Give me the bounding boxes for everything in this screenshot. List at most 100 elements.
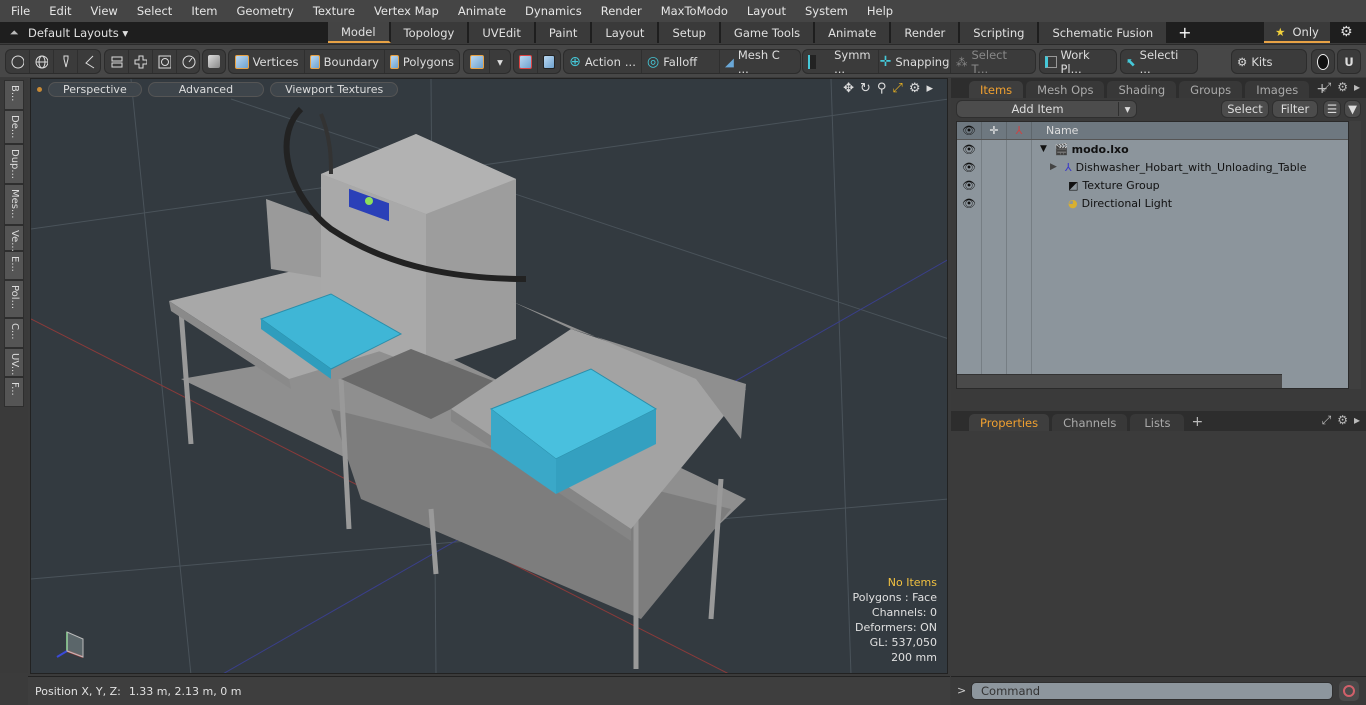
viewport-menu-dot[interactable] xyxy=(37,86,42,92)
rotate-icon[interactable]: ↻ xyxy=(860,81,871,96)
chevron-down-icon[interactable]: ▾ xyxy=(1118,102,1136,116)
falloff-button[interactable]: ◎ Falloff xyxy=(642,50,720,73)
tab-uvedit[interactable]: UVEdit xyxy=(469,22,536,43)
symmetry-button[interactable]: Symm ... xyxy=(803,48,879,76)
eye-icon[interactable]: 👁 xyxy=(957,176,982,194)
vtab-uv[interactable]: UV... xyxy=(4,348,24,377)
type-column-icon[interactable]: ⅄ xyxy=(1007,122,1032,139)
expand-arrow-icon[interactable]: ▶ xyxy=(1050,162,1057,172)
action-center-icon[interactable] xyxy=(514,50,538,73)
polygons-button[interactable]: Polygons xyxy=(385,50,459,73)
tab-images[interactable]: Images xyxy=(1245,81,1310,98)
menu-system[interactable]: System xyxy=(794,4,856,18)
boundary-button[interactable]: Boundary xyxy=(305,50,385,73)
funnel-icon[interactable]: ▼ xyxy=(1344,100,1361,118)
vertical-scrollbar[interactable] xyxy=(1349,121,1361,389)
pen-tool-icon[interactable] xyxy=(54,50,78,73)
collapse-icon[interactable]: ⏶ xyxy=(0,26,28,40)
loop-icon[interactable] xyxy=(153,50,177,73)
tree-row[interactable]: 👁 ◩ Texture Group xyxy=(957,176,1348,194)
vtab-vertex[interactable]: Ve... xyxy=(4,225,24,252)
collapse-arrow-icon[interactable]: ▼ xyxy=(1040,144,1047,154)
item-mode-icon[interactable] xyxy=(203,50,225,73)
workplane-button[interactable]: Work Pl... xyxy=(1040,48,1116,76)
vtab-basic[interactable]: B... xyxy=(4,80,24,110)
tab-animate[interactable]: Animate xyxy=(815,22,892,43)
menu-geometry[interactable]: Geometry xyxy=(226,4,302,18)
menu-view[interactable]: View xyxy=(80,4,126,18)
gear-icon[interactable]: ⚙ xyxy=(1340,24,1353,40)
tab-mesh-ops[interactable]: Mesh Ops xyxy=(1026,81,1105,98)
lock-column-icon[interactable]: ✛ xyxy=(982,122,1007,139)
eye-icon[interactable]: 👁 xyxy=(957,140,982,158)
chevron-right-icon[interactable]: ▸ xyxy=(1354,80,1360,95)
menu-select[interactable]: Select xyxy=(126,4,180,18)
tab-channels[interactable]: Channels xyxy=(1052,414,1128,431)
panel-gear-icon[interactable]: ⚙ xyxy=(1337,413,1348,428)
vtab-deform[interactable]: De... xyxy=(4,110,24,144)
menu-dynamics[interactable]: Dynamics xyxy=(514,4,590,18)
add-item-button[interactable]: Add Item ▾ xyxy=(956,100,1137,118)
record-button[interactable] xyxy=(1339,681,1359,701)
tree-row[interactable]: 👁 ▼ 🎬 modo.lxo xyxy=(957,140,1348,158)
tab-model[interactable]: Model xyxy=(328,22,391,43)
panel-gear-icon[interactable]: ⚙ xyxy=(1337,80,1348,95)
expand-icon[interactable]: ⤢ xyxy=(1322,413,1332,428)
vtab-edge[interactable]: E... xyxy=(4,251,24,280)
visibility-column-icon[interactable]: 👁 xyxy=(957,122,982,139)
snapping-button[interactable]: ✛ Snapping xyxy=(879,50,951,73)
menu-file[interactable]: File xyxy=(0,4,38,18)
unreal-icon[interactable]: U xyxy=(1338,50,1360,73)
dial-icon[interactable] xyxy=(177,50,201,73)
tab-setup[interactable]: Setup xyxy=(659,22,721,43)
menu-edit[interactable]: Edit xyxy=(38,4,79,18)
material-mode-icon[interactable] xyxy=(464,50,490,73)
viewport-textures-button[interactable]: Viewport Textures xyxy=(270,81,399,97)
select-through-button[interactable]: ⁂ Select T... xyxy=(951,48,1031,76)
3d-viewport[interactable]: Perspective Advanced Viewport Textures ✥… xyxy=(30,78,948,674)
tab-lists[interactable]: Lists xyxy=(1130,414,1185,431)
vtab-polygon[interactable]: Pol... xyxy=(4,280,24,318)
vtab-duplicate[interactable]: Dup... xyxy=(4,144,24,184)
only-button[interactable]: ★ Only xyxy=(1264,22,1330,43)
filter-button[interactable]: Filter xyxy=(1272,100,1318,118)
vtab-fusion[interactable]: F... xyxy=(4,377,24,407)
add-tab-icon[interactable]: + xyxy=(1168,22,1201,43)
menu-vertex-map[interactable]: Vertex Map xyxy=(363,4,447,18)
eye-icon[interactable]: 👁 xyxy=(957,158,982,176)
tab-shading[interactable]: Shading xyxy=(1107,81,1177,98)
tab-properties[interactable]: Properties xyxy=(969,414,1050,431)
command-input[interactable]: Command xyxy=(971,682,1333,700)
tab-game-tools[interactable]: Game Tools xyxy=(720,22,816,43)
pivot-icon[interactable] xyxy=(538,50,560,73)
cross-icon[interactable] xyxy=(129,50,153,73)
vtab-curve[interactable]: C... xyxy=(4,318,24,348)
chevron-right-icon[interactable]: ▸ xyxy=(926,81,933,96)
horizontal-scrollbar[interactable] xyxy=(957,374,1282,388)
menu-render[interactable]: Render xyxy=(590,4,650,18)
expand-icon[interactable]: ⤢ xyxy=(1322,80,1332,95)
sphere-tool-icon[interactable] xyxy=(6,50,30,73)
menu-animate[interactable]: Animate xyxy=(447,4,514,18)
tab-render[interactable]: Render xyxy=(891,22,961,43)
menu-texture[interactable]: Texture xyxy=(302,4,363,18)
tab-groups[interactable]: Groups xyxy=(1179,81,1243,98)
tab-schematic-fusion[interactable]: Schematic Fusion xyxy=(1039,22,1169,43)
bevel-icon[interactable] xyxy=(105,50,129,73)
tab-scripting[interactable]: Scripting xyxy=(960,22,1040,43)
pan-icon[interactable]: ✥ xyxy=(843,81,854,96)
layout-selector[interactable]: Default Layouts ▾ xyxy=(28,26,328,40)
add-tab-icon[interactable]: + xyxy=(1191,414,1203,431)
tab-items[interactable]: Items xyxy=(969,81,1024,98)
perspective-button[interactable]: Perspective xyxy=(48,81,142,97)
advanced-button[interactable]: Advanced xyxy=(147,81,265,97)
kits-button[interactable]: ⚙ Kits xyxy=(1232,50,1306,73)
list-options-icon[interactable]: ☰ xyxy=(1323,100,1341,118)
tab-topology[interactable]: Topology xyxy=(390,22,470,43)
maximize-icon[interactable]: ⤢ xyxy=(892,81,902,96)
select-button[interactable]: Select xyxy=(1221,100,1269,118)
vtab-mesh-edit[interactable]: Mes... xyxy=(4,184,24,225)
menu-help[interactable]: Help xyxy=(856,4,901,18)
unity-icon[interactable] xyxy=(1312,50,1334,73)
tab-paint[interactable]: Paint xyxy=(535,22,593,43)
